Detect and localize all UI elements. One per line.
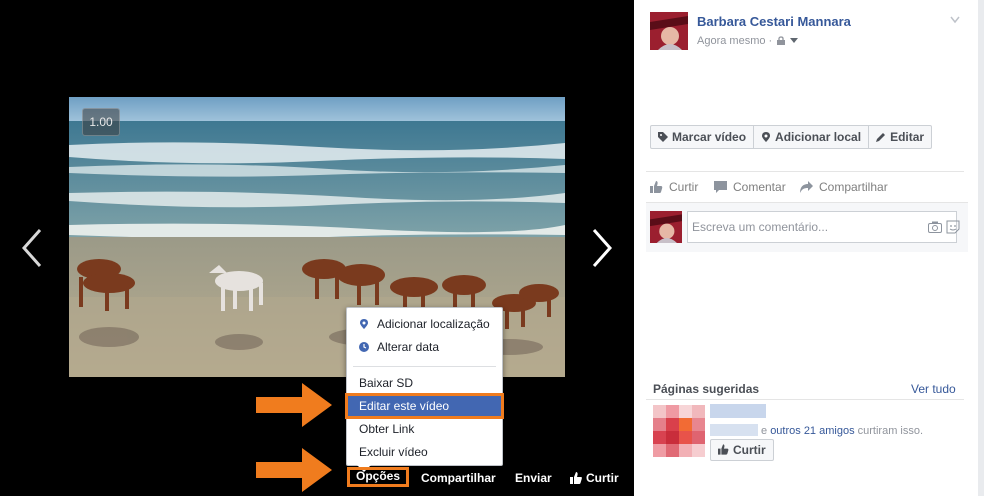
post-side-panel: Barbara Cestari Mannara Agora mesmo · Mar… <box>634 0 978 496</box>
like-button[interactable]: Curtir <box>570 469 619 487</box>
menu-item-edit-video[interactable]: Editar este vídeo <box>345 393 504 419</box>
post-share-button[interactable]: Compartilhar <box>800 180 888 194</box>
share-button[interactable]: Compartilhar <box>421 469 496 487</box>
menu-item-add-location[interactable]: Adicionar localização <box>347 313 502 335</box>
lock-icon <box>777 36 786 45</box>
menu-item-delete-video[interactable]: Excluir vídeo <box>347 441 502 463</box>
send-button[interactable]: Enviar <box>515 469 552 487</box>
post-share-label: Compartilhar <box>819 180 888 194</box>
thumbs-up-icon <box>718 444 729 455</box>
tag-video-label: Marcar vídeo <box>672 130 747 144</box>
page-like-button[interactable]: Curtir <box>710 439 774 461</box>
edit-post-label: Editar <box>890 130 925 144</box>
options-menu: Adicionar localização Alterar data Baixa… <box>345 307 504 472</box>
thumbs-up-icon <box>650 181 663 193</box>
avatar-image <box>650 211 682 243</box>
divider <box>646 171 964 172</box>
see-all-link[interactable]: Ver tudo <box>911 382 956 396</box>
post-like-label: Curtir <box>669 180 699 194</box>
thumbs-up-icon <box>570 472 582 484</box>
sticker-icon[interactable] <box>946 220 960 234</box>
suggested-pages-title: Páginas sugeridas <box>653 382 760 396</box>
chevron-down-icon[interactable] <box>950 16 960 24</box>
menu-item-change-date[interactable]: Alterar data <box>347 336 502 358</box>
tag-video-button[interactable]: Marcar vídeo <box>651 126 755 148</box>
pencil-icon <box>876 133 886 142</box>
like-button-label: Curtir <box>586 471 619 485</box>
annotation-arrow-icon <box>256 448 332 492</box>
scrollbar-gutter <box>978 0 984 496</box>
author-name-link[interactable]: Barbara Cestari Mannara <box>697 14 851 29</box>
post-timestamp: Agora mesmo · <box>697 35 799 47</box>
menu-item-get-link[interactable]: Obter Link <box>347 418 502 440</box>
menu-divider <box>353 366 496 367</box>
blurred-friend-name <box>710 424 758 436</box>
separator-dot: · <box>768 35 773 47</box>
share-arrow-icon <box>800 181 813 193</box>
location-pin-icon <box>360 319 368 329</box>
pixelated-image <box>653 405 705 457</box>
avatar[interactable] <box>650 12 688 50</box>
friends-liked-text: e outros 21 amigos curtiram isso. <box>710 424 923 437</box>
previous-arrow-icon[interactable] <box>18 226 46 270</box>
annotation-arrow-icon <box>256 383 332 427</box>
comment-icon <box>714 181 727 193</box>
options-button[interactable]: Opções <box>347 467 409 487</box>
tag-icon <box>658 132 668 142</box>
post-like-button[interactable]: Curtir <box>650 180 698 194</box>
photo-viewer: 1.00 Adicionar localização Alterar data … <box>0 0 634 496</box>
page-like-label: Curtir <box>733 443 766 457</box>
post-edit-toolbar: Marcar vídeo Adicionar local Editar <box>650 125 933 149</box>
comment-composer <box>646 202 968 252</box>
avatar-image <box>650 12 688 50</box>
camera-icon[interactable] <box>928 221 942 233</box>
blurred-page-name <box>710 404 766 418</box>
add-location-button[interactable]: Adicionar local <box>754 126 870 148</box>
friends-suffix: curtiram isso. <box>857 425 924 437</box>
add-location-label: Adicionar local <box>775 130 862 144</box>
friends-prefix: e <box>761 425 768 437</box>
menu-item-label: Alterar data <box>377 340 440 354</box>
privacy-dropdown-icon[interactable] <box>790 38 799 43</box>
comment-input[interactable] <box>687 211 957 243</box>
video-time-badge: 1.00 <box>82 108 120 136</box>
clock-icon <box>359 342 369 352</box>
next-arrow-icon[interactable] <box>588 226 616 270</box>
post-comment-button[interactable]: Comentar <box>714 180 786 194</box>
divider <box>646 399 964 400</box>
suggested-page-thumbnail[interactable] <box>653 405 705 457</box>
timestamp-text[interactable]: Agora mesmo <box>697 35 765 47</box>
post-comment-label: Comentar <box>733 180 786 194</box>
location-pin-icon <box>762 132 771 142</box>
avatar <box>650 211 682 243</box>
friends-count-link[interactable]: outros 21 amigos <box>770 425 854 437</box>
menu-item-download-sd[interactable]: Baixar SD <box>347 372 502 394</box>
edit-post-button[interactable]: Editar <box>869 126 931 148</box>
menu-item-label: Adicionar localização <box>377 317 490 331</box>
